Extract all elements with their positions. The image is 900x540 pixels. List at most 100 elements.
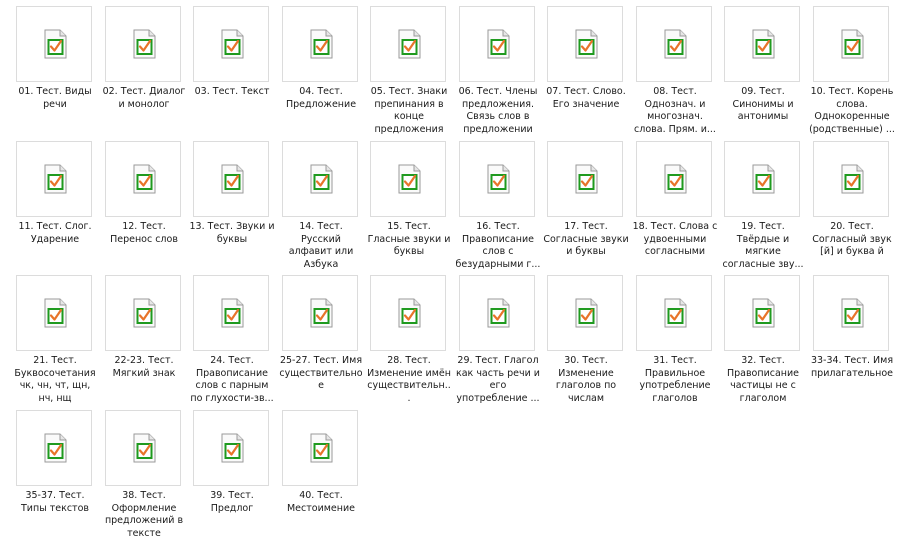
file-item[interactable]: 16. Тест. Правописание слов с безударным… <box>455 137 543 271</box>
test-document-checkmark-icon <box>133 29 156 59</box>
file-item[interactable]: 31. Тест. Правильное употребление глагол… <box>632 271 720 406</box>
file-item[interactable]: 12. Тест. Перенос слов <box>101 137 189 271</box>
file-thumbnail <box>193 6 269 82</box>
file-item[interactable]: 29. Тест. Глагол как часть речи и его уп… <box>455 271 543 405</box>
file-item[interactable]: 14. Тест. Русский алфавит или Азбука <box>278 137 366 271</box>
file-thumbnail <box>636 6 712 82</box>
file-name-label: 12. Тест. Перенос слов <box>110 221 178 245</box>
file-thumbnail <box>16 410 92 486</box>
file-name-label: 10. Тест. Корень слова. Однокоренные (ро… <box>809 86 895 135</box>
file-item[interactable]: 28. Тест. Изменение имён существительн..… <box>366 271 454 405</box>
file-item[interactable]: 30. Тест. Изменение глаголов по числам <box>543 271 631 405</box>
file-thumbnail <box>282 410 358 486</box>
file-thumbnail <box>193 275 269 351</box>
test-document-checkmark-icon <box>841 164 864 194</box>
test-document-checkmark-icon <box>841 29 864 59</box>
file-thumbnail <box>105 141 181 217</box>
file-item[interactable]: 20. Тест. Согласный звук [й] и буква й <box>809 137 897 271</box>
file-item[interactable]: 02. Тест. Диалог и монолог <box>101 2 189 136</box>
file-thumbnail <box>16 141 92 217</box>
file-thumbnail <box>459 6 535 82</box>
test-document-checkmark-icon <box>664 298 687 328</box>
file-thumbnail <box>370 141 446 217</box>
file-item[interactable]: 24. Тест. Правописание слов с парным по … <box>189 271 277 405</box>
file-thumbnail <box>459 275 535 351</box>
file-thumbnail <box>636 141 712 217</box>
file-name-label: 05. Тест. Знаки препинания в конце предл… <box>370 86 448 135</box>
file-item[interactable]: 21. Тест. Буквосочетания чк, чн, чт, щн,… <box>12 271 100 405</box>
file-thumbnail <box>105 410 181 486</box>
file-item[interactable]: 06. Тест. Члены предложения. Связь слов … <box>455 2 543 136</box>
file-name-label: 38. Тест. Оформление предложений в текст… <box>104 490 184 539</box>
test-document-checkmark-icon <box>575 298 598 328</box>
file-name-label: 32. Тест. Правописание частицы не с глаг… <box>726 355 800 404</box>
test-document-checkmark-icon <box>398 164 421 194</box>
file-name-label: 17. Тест. Согласные звуки и буквы <box>543 221 629 257</box>
file-item[interactable]: 04. Тест. Предложение <box>278 2 366 136</box>
file-thumbnail <box>193 141 269 217</box>
file-name-label: 03. Тест. Текст <box>194 86 270 97</box>
test-document-checkmark-icon <box>664 164 687 194</box>
test-document-checkmark-icon <box>44 164 67 194</box>
file-thumbnail <box>813 275 889 351</box>
file-name-label: 13. Тест. Звуки и буквы <box>189 221 275 245</box>
file-name-label: 06. Тест. Члены предложения. Связь слов … <box>458 86 538 135</box>
file-thumbnail <box>16 275 92 351</box>
file-item[interactable]: 32. Тест. Правописание частицы не с глаг… <box>720 271 808 405</box>
file-name-label: 04. Тест. Предложение <box>285 86 357 110</box>
file-name-label: 24. Тест. Правописание слов с парным по … <box>190 355 274 404</box>
file-item[interactable]: 09. Тест. Синонимы и антонимы <box>720 2 808 136</box>
file-item[interactable]: 01. Тест. Виды речи <box>12 2 100 136</box>
file-item[interactable]: 05. Тест. Знаки препинания в конце предл… <box>366 2 454 136</box>
test-document-checkmark-icon <box>310 433 333 463</box>
file-name-label: 35-37. Тест. Типы текстов <box>21 490 89 514</box>
file-grid: 01. Тест. Виды речи 02. Тест. Диалог и мо… <box>0 0 900 540</box>
file-thumbnail <box>282 275 358 351</box>
file-thumbnail <box>370 275 446 351</box>
file-item[interactable]: 22-23. Тест. Мягкий знак <box>101 271 189 405</box>
test-document-checkmark-icon <box>752 29 775 59</box>
file-item[interactable]: 17. Тест. Согласные звуки и буквы <box>543 137 631 271</box>
file-name-label: 21. Тест. Буквосочетания чк, чн, чт, щн,… <box>14 355 96 404</box>
test-document-checkmark-icon <box>221 298 244 328</box>
file-item[interactable]: 10. Тест. Корень слова. Однокоренные (ро… <box>809 2 897 136</box>
test-document-checkmark-icon <box>752 298 775 328</box>
file-item[interactable]: 35-37. Тест. Типы текстов <box>12 406 100 540</box>
file-name-label: 16. Тест. Правописание слов с безударным… <box>455 221 541 270</box>
file-thumbnail <box>724 6 800 82</box>
test-document-checkmark-icon <box>133 433 156 463</box>
file-item[interactable]: 07. Тест. Слово. Его значение <box>543 2 631 136</box>
file-name-label: 29. Тест. Глагол как часть речи и его уп… <box>456 355 540 404</box>
test-document-checkmark-icon <box>44 29 67 59</box>
test-document-checkmark-icon <box>575 29 598 59</box>
file-item[interactable]: 18. Тест. Слова с удвоенными согласными <box>632 137 720 271</box>
file-item[interactable]: 11. Тест. Слог. Ударение <box>12 137 100 271</box>
test-document-checkmark-icon <box>310 29 333 59</box>
file-thumbnail <box>813 141 889 217</box>
test-document-checkmark-icon <box>310 164 333 194</box>
file-item[interactable]: 13. Тест. Звуки и буквы <box>189 137 277 271</box>
file-name-label: 09. Тест. Синонимы и антонимы <box>732 86 794 122</box>
file-item[interactable]: 08. Тест. Однознач. и многознач. слова. … <box>632 2 720 136</box>
test-document-checkmark-icon <box>44 298 67 328</box>
file-item[interactable]: 38. Тест. Оформление предложений в текст… <box>101 406 189 540</box>
test-document-checkmark-icon <box>398 298 421 328</box>
file-thumbnail <box>459 141 535 217</box>
file-thumbnail <box>813 6 889 82</box>
file-item[interactable]: 03. Тест. Текст <box>189 2 277 136</box>
file-thumbnail <box>547 141 623 217</box>
file-item[interactable]: 25-27. Тест. Имя существительное <box>278 271 366 405</box>
test-document-checkmark-icon <box>133 298 156 328</box>
file-name-label: 40. Тест. Местоимение <box>286 490 356 514</box>
file-item[interactable]: 39. Тест. Предлог <box>189 406 277 540</box>
file-item[interactable]: 33-34. Тест. Имя прилагательное <box>809 271 897 405</box>
file-item[interactable]: 19. Тест. Твёрдые и мягкие согласные зву… <box>720 137 808 271</box>
file-thumbnail <box>724 275 800 351</box>
file-thumbnail <box>282 141 358 217</box>
file-name-label: 15. Тест. Гласные звуки и буквы <box>367 221 451 257</box>
file-thumbnail <box>724 141 800 217</box>
file-name-label: 25-27. Тест. Имя существительное <box>279 355 363 391</box>
file-thumbnail <box>193 410 269 486</box>
file-item[interactable]: 15. Тест. Гласные звуки и буквы <box>366 137 454 271</box>
file-item[interactable]: 40. Тест. Местоимение <box>278 406 366 540</box>
